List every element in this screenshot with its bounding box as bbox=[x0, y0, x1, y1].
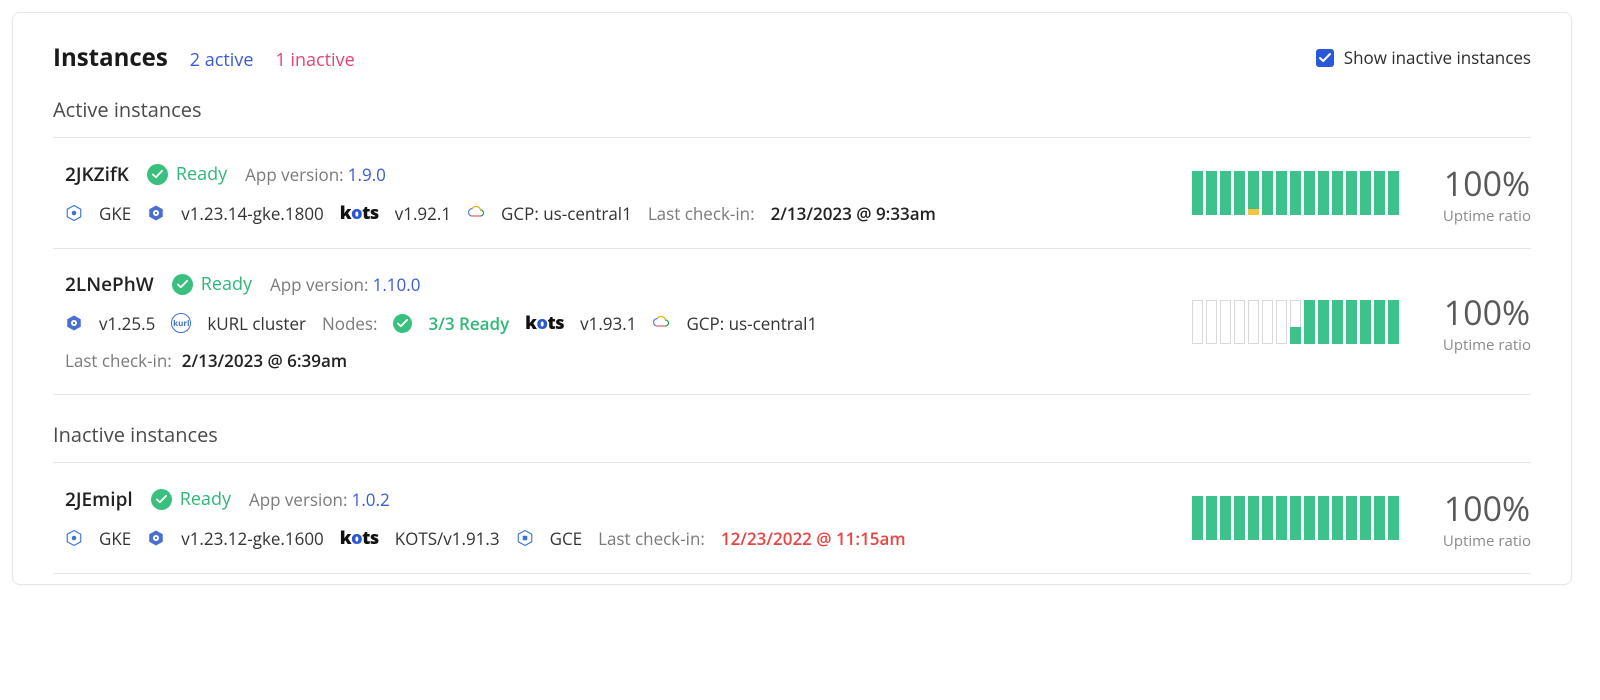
uptime-block: 100% Uptime ratio bbox=[1192, 485, 1531, 551]
status-badge: Ready bbox=[172, 272, 252, 296]
status-badge: Ready bbox=[151, 487, 231, 511]
instance-body: 2JKZifK Ready App version: 1.9.0 GKE bbox=[65, 161, 1152, 225]
inactive-section-title: Inactive instances bbox=[53, 421, 1531, 448]
check-icon bbox=[1319, 52, 1331, 64]
instance-body: 2LNePhW Ready App version: 1.10.0 v1.25.… bbox=[65, 271, 1152, 372]
uptime-bars bbox=[1192, 300, 1399, 344]
k8s-version: v1.23.14-gke.1800 bbox=[181, 202, 324, 225]
show-inactive-checkbox[interactable] bbox=[1316, 49, 1334, 67]
uptime-bars bbox=[1192, 171, 1399, 215]
cloud-region: GCP: us-central1 bbox=[501, 202, 632, 225]
uptime-block: 100% Uptime ratio bbox=[1192, 289, 1531, 355]
instance-row[interactable]: 2LNePhW Ready App version: 1.10.0 v1.25.… bbox=[53, 249, 1531, 395]
gke-hex-icon bbox=[65, 204, 83, 222]
last-checkin-label: Last check-in: bbox=[648, 202, 755, 225]
header-row: Instances 2 active 1 inactive Show inact… bbox=[53, 41, 1531, 74]
app-version-value[interactable]: 1.9.0 bbox=[348, 163, 386, 186]
cloud-region: GCE bbox=[550, 527, 583, 550]
show-inactive-toggle[interactable]: Show inactive instances bbox=[1316, 46, 1531, 69]
gce-hex-icon bbox=[516, 529, 534, 547]
k8s-wheel-icon bbox=[147, 204, 165, 222]
cloud-region: GCP: us-central1 bbox=[686, 312, 817, 335]
uptime-pct: 100% bbox=[1443, 485, 1531, 531]
instance-body: 2JEmipl Ready App version: 1.0.2 GKE bbox=[65, 486, 1152, 550]
ready-check-icon bbox=[147, 164, 168, 185]
header-left: Instances 2 active 1 inactive bbox=[53, 41, 355, 74]
instance-id: 2JKZifK bbox=[65, 161, 129, 187]
status-badge: Ready bbox=[147, 162, 227, 186]
kots-version: KOTS/v1.91.3 bbox=[395, 527, 500, 550]
kots-version: v1.93.1 bbox=[580, 312, 636, 335]
k8s-wheel-icon bbox=[147, 529, 165, 547]
kurl-icon: kurl bbox=[171, 313, 191, 333]
platform: GKE bbox=[99, 527, 131, 550]
ready-check-icon bbox=[172, 274, 193, 295]
last-checkin-value: 2/13/2023 @ 6:39am bbox=[182, 349, 347, 372]
status-text: Ready bbox=[180, 487, 231, 511]
uptime-bars bbox=[1192, 496, 1399, 540]
instances-card: Instances 2 active 1 inactive Show inact… bbox=[12, 12, 1572, 585]
app-version-value[interactable]: 1.10.0 bbox=[373, 273, 421, 296]
instance-id: 2JEmipl bbox=[65, 486, 133, 512]
ready-check-icon bbox=[151, 489, 172, 510]
gcp-cloud-icon bbox=[652, 314, 670, 332]
gcp-cloud-icon bbox=[467, 204, 485, 222]
kots-logo: kots bbox=[525, 311, 564, 335]
k8s-version: v1.25.5 bbox=[99, 312, 155, 335]
uptime-ratio-label: Uptime ratio bbox=[1443, 531, 1531, 551]
nodes-label: Nodes: bbox=[322, 312, 378, 335]
uptime-pct: 100% bbox=[1443, 289, 1531, 335]
show-inactive-label: Show inactive instances bbox=[1344, 46, 1531, 69]
last-checkin-value: 12/23/2022 @ 11:15am bbox=[721, 527, 906, 550]
page-title: Instances bbox=[53, 41, 168, 74]
status-text: Ready bbox=[176, 162, 227, 186]
gke-hex-icon bbox=[65, 529, 83, 547]
k8s-wheel-icon bbox=[65, 314, 83, 332]
uptime-pct: 100% bbox=[1443, 160, 1531, 206]
uptime-block: 100% Uptime ratio bbox=[1192, 160, 1531, 226]
instance-id: 2LNePhW bbox=[65, 271, 154, 297]
nodes-ready: 3/3 Ready bbox=[428, 312, 509, 335]
last-checkin-value: 2/13/2023 @ 9:33am bbox=[771, 202, 936, 225]
instance-row[interactable]: 2JKZifK Ready App version: 1.9.0 GKE bbox=[53, 138, 1531, 249]
status-text: Ready bbox=[201, 272, 252, 296]
active-count[interactable]: 2 active bbox=[190, 48, 254, 72]
kots-version: v1.92.1 bbox=[395, 202, 451, 225]
last-checkin-label: Last check-in: bbox=[598, 527, 705, 550]
inactive-count[interactable]: 1 inactive bbox=[275, 48, 354, 72]
kots-logo: kots bbox=[340, 526, 379, 550]
platform: GKE bbox=[99, 202, 131, 225]
uptime-ratio-label: Uptime ratio bbox=[1443, 335, 1531, 355]
uptime-ratio-label: Uptime ratio bbox=[1443, 206, 1531, 226]
active-section-title: Active instances bbox=[53, 96, 1531, 123]
cluster-type: kURL cluster bbox=[207, 312, 306, 335]
instance-row[interactable]: 2JEmipl Ready App version: 1.0.2 GKE bbox=[53, 463, 1531, 574]
app-version-label: App version: bbox=[249, 488, 347, 511]
last-checkin-label: Last check-in: bbox=[65, 349, 172, 372]
k8s-version: v1.23.12-gke.1600 bbox=[181, 527, 324, 550]
app-version-value[interactable]: 1.0.2 bbox=[352, 488, 390, 511]
kots-logo: kots bbox=[340, 201, 379, 225]
app-version-label: App version: bbox=[270, 273, 368, 296]
app-version-label: App version: bbox=[245, 163, 343, 186]
ready-check-icon bbox=[393, 314, 412, 333]
